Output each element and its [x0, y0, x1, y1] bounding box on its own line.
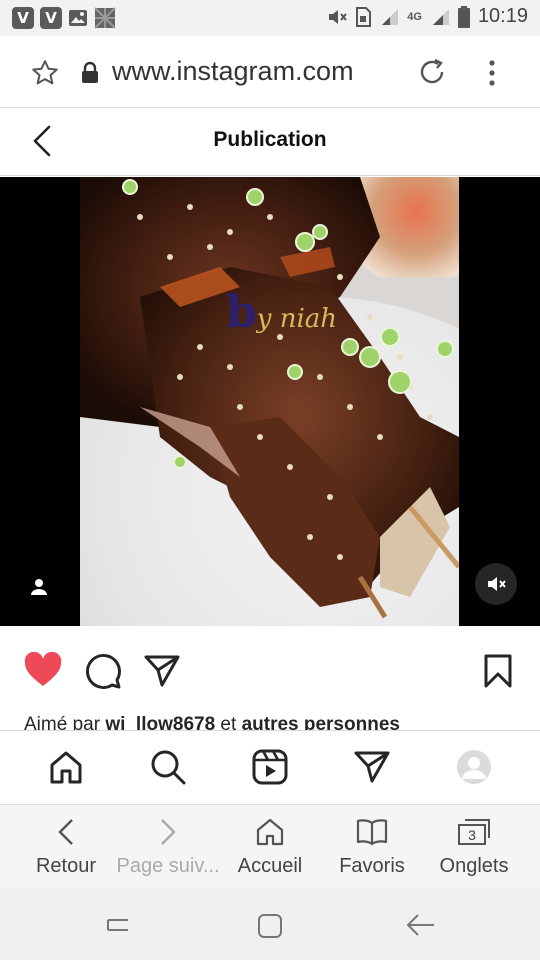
browser-tabs-button[interactable]: 3 Onglets [420, 815, 528, 878]
person-icon [31, 579, 47, 595]
battery-icon [457, 5, 470, 28]
browser-bookmarks-label: Favoris [339, 855, 405, 877]
browser-forward-button[interactable]: Page suiv... [114, 815, 222, 878]
sim-icon [356, 6, 372, 27]
skewer-meat-illustration [80, 177, 459, 619]
likes-summary: Aimé par wi_llow8678 et autres personnes [24, 712, 524, 730]
home-icon [256, 818, 284, 846]
post-header: Publication [0, 108, 540, 176]
page-title: Publication [213, 128, 327, 151]
likes-others-link[interactable]: autres personnes [242, 714, 400, 730]
browser-tabs-label: Onglets [439, 855, 509, 877]
avatar [457, 750, 491, 784]
android-navigation-bar [0, 888, 540, 960]
share-send-icon[interactable] [144, 654, 180, 688]
browser-forward-label: Page suiv... [116, 855, 220, 877]
home-button-icon[interactable] [256, 912, 284, 940]
browser-bookmarks-button[interactable]: Favoris [318, 815, 426, 878]
system-back-icon[interactable] [406, 912, 436, 938]
gallery-icon [69, 10, 87, 26]
comment-icon[interactable] [84, 652, 122, 690]
post-actions [0, 626, 540, 714]
network-type: 4G [407, 10, 422, 23]
recent-apps-icon[interactable] [104, 912, 132, 938]
speaker-muted-icon [488, 577, 506, 591]
signal-icon [382, 8, 399, 25]
bookmark-icon[interactable] [484, 654, 512, 688]
reels-icon [252, 749, 288, 785]
nav-search[interactable] [148, 747, 188, 787]
tagged-people-button[interactable] [24, 572, 54, 602]
likes-prefix: Aimé par [24, 714, 106, 730]
home-icon [50, 751, 82, 784]
nav-direct[interactable] [352, 747, 392, 787]
direct-message-icon [354, 751, 390, 783]
nav-home[interactable] [46, 747, 86, 787]
likes-middle: et [215, 714, 242, 730]
browser-url-bar: www.instagram.com [0, 36, 540, 108]
app-v-icon: V [12, 7, 34, 29]
browser-home-label: Accueil [237, 855, 303, 877]
tabs-count: 3 [468, 827, 476, 843]
nav-profile[interactable] [454, 747, 494, 787]
nav-reels[interactable] [250, 747, 290, 787]
food-photo: by niah [80, 177, 459, 626]
chevron-left-icon [58, 819, 73, 845]
instagram-bottom-nav [0, 730, 540, 804]
tabs-icon: 3 [458, 819, 490, 845]
notification-icons: V V [12, 7, 116, 29]
liker-username[interactable]: wi_llow8678 [105, 714, 215, 730]
mute-toggle-button[interactable] [475, 563, 517, 605]
star-icon[interactable] [30, 58, 60, 88]
url-text[interactable]: www.instagram.com [112, 56, 354, 87]
signal-icon [432, 8, 449, 25]
browser-toolbar: Retour Page suiv... Accueil Favoris 3 On… [0, 804, 540, 888]
mute-status-icon [329, 9, 348, 24]
browser-back-label: Retour [35, 855, 97, 877]
status-bar: V V 4G 10:19 [0, 0, 540, 36]
watermark-text: y niah [256, 304, 338, 334]
browser-home-button[interactable]: Accueil [216, 815, 324, 878]
browser-back-button[interactable]: Retour [12, 815, 120, 878]
photo-grid-icon [94, 7, 116, 29]
watermark-initial: b [226, 287, 257, 338]
post-video[interactable]: by niah [0, 177, 540, 626]
chevron-right-icon [161, 819, 176, 845]
clock: 10:19 [477, 5, 528, 27]
watermark: by niah [226, 287, 337, 338]
reload-icon[interactable] [416, 56, 448, 88]
search-icon [151, 750, 186, 785]
bookmarks-book-icon [356, 819, 388, 846]
app-v-icon: V [40, 7, 62, 29]
lock-icon [82, 61, 98, 83]
more-menu-icon[interactable] [484, 58, 500, 88]
like-heart-icon[interactable] [24, 652, 62, 688]
